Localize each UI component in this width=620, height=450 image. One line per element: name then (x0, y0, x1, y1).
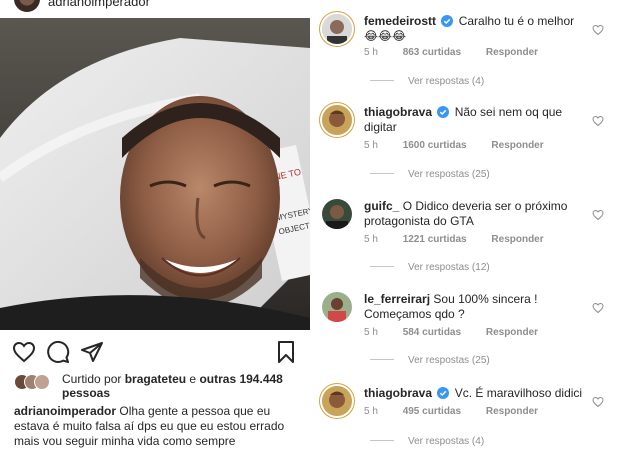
heart-icon[interactable] (592, 24, 604, 36)
comment-likes[interactable]: 495 curtidas (403, 406, 461, 417)
comment-username[interactable]: femedeirostt (364, 14, 436, 28)
comment-time: 5 h (364, 140, 378, 151)
replies-divider (370, 173, 394, 174)
heart-icon[interactable] (12, 340, 36, 364)
liked-by-prefix: Curtido por (62, 372, 122, 386)
avatar[interactable] (322, 386, 352, 416)
post-actions (0, 332, 310, 372)
heart-icon[interactable] (592, 396, 604, 408)
caption-username[interactable]: adrianoimperador (14, 404, 116, 418)
selfie-image: ONE TO MYSTERY OBJECTS (0, 18, 310, 330)
author-username[interactable]: adrianoimperador (48, 0, 150, 9)
instagram-post-view: adrianoimperador ONE TO MYSTERY OBJECTS … (0, 0, 620, 450)
view-replies-label: Ver respostas (4) (408, 436, 485, 447)
replies-divider (370, 80, 394, 81)
comment-body: thiagobrava Vc. É maravilhoso didici (364, 386, 584, 401)
comment-time: 5 h (364, 47, 378, 58)
comment-icon[interactable] (46, 340, 70, 364)
comment-meta: 5 h 1221 curtidas Responder (364, 234, 566, 245)
liked-by-suffix[interactable]: pessoas (62, 386, 110, 400)
view-replies-label: Ver respostas (25) (408, 169, 490, 180)
view-replies-label: Ver respostas (4) (408, 76, 485, 87)
share-icon[interactable] (80, 340, 104, 364)
avatar[interactable] (322, 199, 352, 229)
heart-icon[interactable] (592, 115, 604, 127)
avatar[interactable] (322, 105, 352, 135)
comment-meta: 5 h 495 curtidas Responder (364, 406, 560, 417)
view-replies-button[interactable]: Ver respostas (4) (370, 76, 484, 87)
comment-meta: 5 h 1600 curtidas Responder (364, 140, 566, 151)
replies-divider (370, 266, 394, 267)
view-replies-label: Ver respostas (12) (408, 262, 490, 273)
comment-username[interactable]: thiagobrava (364, 105, 432, 119)
comment-likes[interactable]: 1221 curtidas (403, 234, 467, 245)
comment-likes[interactable]: 1600 curtidas (403, 140, 467, 151)
reply-button[interactable]: Responder (486, 47, 538, 58)
heart-icon[interactable] (592, 302, 604, 314)
liked-by-count[interactable]: outras 194.448 (199, 372, 282, 386)
view-replies-button[interactable]: Ver respostas (12) (370, 262, 490, 273)
comment-time: 5 h (364, 406, 378, 417)
verified-badge-icon (441, 15, 454, 27)
avatar[interactable] (322, 292, 352, 322)
comment-username[interactable]: le_ferreirarj (364, 292, 430, 306)
avatar[interactable] (322, 14, 352, 44)
comment-body: thiagobrava Não sei nem oq que digitar (364, 105, 584, 135)
verified-badge-icon (437, 387, 450, 399)
bookmark-icon[interactable] (274, 340, 298, 364)
verified-badge-icon (437, 106, 450, 118)
reply-button[interactable]: Responder (486, 406, 538, 417)
replies-divider (370, 440, 394, 441)
view-replies-button[interactable]: Ver respostas (4) (370, 436, 484, 447)
comment-meta: 5 h 584 curtidas Responder (364, 327, 560, 338)
post-panel: adrianoimperador ONE TO MYSTERY OBJECTS … (0, 0, 310, 450)
view-replies-label: Ver respostas (25) (408, 355, 490, 366)
liked-by-user[interactable]: bragateteu (125, 372, 186, 386)
avatar[interactable] (34, 374, 50, 390)
liked-by-avatars (14, 374, 60, 390)
replies-divider (370, 359, 394, 360)
reply-button[interactable]: Responder (486, 327, 538, 338)
comment-body: le_ferreirarj Sou 100% sincera ! Começam… (364, 292, 584, 322)
reply-button[interactable]: Responder (491, 234, 543, 245)
comment-time: 5 h (364, 327, 378, 338)
comment-username[interactable]: thiagobrava (364, 386, 432, 400)
post-photo[interactable]: ONE TO MYSTERY OBJECTS (0, 18, 310, 330)
comment-body: guifc_ O Didico deveria ser o próximo pr… (364, 199, 584, 229)
liked-by: Curtido por bragateteu e outras 194.448 … (14, 372, 304, 400)
liked-by-and: e (189, 372, 197, 386)
post-header: adrianoimperador (0, 0, 310, 18)
comments-panel: femedeirostt Caralho tu é o melhor 😂😂😂 5… (310, 0, 620, 450)
author-avatar[interactable] (14, 0, 40, 12)
view-replies-button[interactable]: Ver respostas (25) (370, 355, 490, 366)
view-replies-button[interactable]: Ver respostas (25) (370, 169, 490, 180)
liked-by-text: Curtido por bragateteu e outras 194.448 … (62, 372, 302, 400)
comment-body: femedeirostt Caralho tu é o melhor 😂😂😂 (364, 14, 584, 44)
comment-time: 5 h (364, 234, 378, 245)
comment-likes[interactable]: 863 curtidas (403, 47, 461, 58)
comment-username[interactable]: guifc_ (364, 199, 399, 213)
comment-meta: 5 h 863 curtidas Responder (364, 47, 560, 58)
heart-icon[interactable] (592, 209, 604, 221)
post-caption: adrianoimperador Olha gente a pessoa que… (14, 404, 306, 449)
reply-button[interactable]: Responder (491, 140, 543, 151)
comment-text: Vc. É maravilhoso didici (454, 386, 583, 400)
comment-likes[interactable]: 584 curtidas (403, 327, 461, 338)
